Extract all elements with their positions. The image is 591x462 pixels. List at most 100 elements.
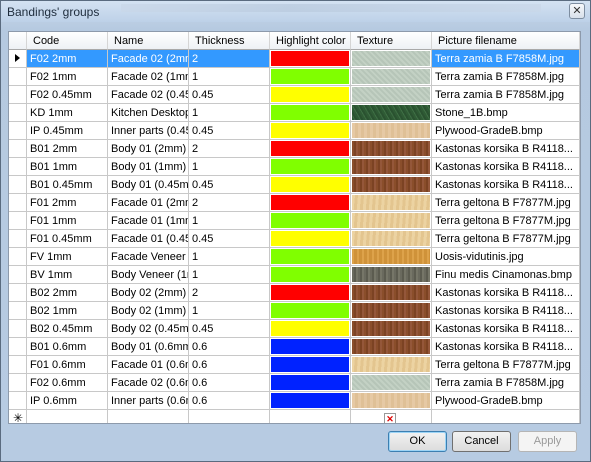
picture-filename-cell[interactable]: Terra zamia B F7858M.jpg (432, 374, 580, 392)
highlight-color-cell[interactable] (270, 302, 351, 320)
name-cell[interactable]: Body 01 (0.6mm) ... (108, 338, 189, 356)
code-cell[interactable]: B01 2mm (27, 140, 108, 158)
table-row[interactable]: B01 0.6mmBody 01 (0.6mm) ...0.6 Kastonas … (9, 338, 580, 356)
highlight-color-cell[interactable] (270, 392, 351, 410)
picture-filename-cell[interactable]: Finu medis Cinamonas.bmp (432, 266, 580, 284)
picture-filename-cell[interactable]: Kastonas korsika B R4118... (432, 176, 580, 194)
thickness-cell[interactable]: 1 (189, 302, 270, 320)
thickness-cell[interactable]: 2 (189, 284, 270, 302)
texture-cell[interactable] (351, 320, 432, 338)
texture-cell[interactable] (351, 50, 432, 68)
thickness-cell[interactable]: 1 (189, 212, 270, 230)
name-cell[interactable]: Body 02 (0.45mm)... (108, 320, 189, 338)
picture-filename-cell[interactable]: Terra zamia B F7858M.jpg (432, 68, 580, 86)
highlight-color-cell[interactable] (270, 230, 351, 248)
highlight-color-cell[interactable] (270, 122, 351, 140)
new-highlight-color-cell[interactable] (270, 410, 351, 423)
thickness-cell[interactable]: 2 (189, 140, 270, 158)
picture-filename-cell[interactable]: Terra geltona B F7877M.jpg (432, 230, 580, 248)
apply-button[interactable]: Apply (518, 431, 577, 452)
name-cell[interactable]: Facade 02 (0.45... (108, 86, 189, 104)
thickness-cell[interactable]: 0.6 (189, 374, 270, 392)
new-texture-cell[interactable]: ✕ (351, 410, 432, 423)
texture-cell[interactable] (351, 374, 432, 392)
table-row[interactable]: F02 0.45mmFacade 02 (0.45...0.45 Terra za… (9, 86, 580, 104)
texture-cell[interactable] (351, 212, 432, 230)
row-indicator-cell[interactable] (9, 392, 27, 410)
texture-cell[interactable] (351, 158, 432, 176)
row-indicator-cell[interactable] (9, 230, 27, 248)
picture-filename-cell[interactable]: Kastonas korsika B R4118... (432, 302, 580, 320)
table-row[interactable]: F01 2mmFacade 01 (2mm)...2 Terra geltona … (9, 194, 580, 212)
code-cell[interactable]: IP 0.6mm (27, 392, 108, 410)
highlight-color-cell[interactable] (270, 356, 351, 374)
thickness-cell[interactable]: 0.45 (189, 176, 270, 194)
picture-filename-cell[interactable]: Kastonas korsika B R4118... (432, 140, 580, 158)
table-row[interactable]: BV 1mmBody Veneer (1mm...1 Finu medis Cin… (9, 266, 580, 284)
new-code-cell[interactable] (27, 410, 108, 423)
row-indicator-cell[interactable] (9, 302, 27, 320)
picture-filename-cell[interactable]: Kastonas korsika B R4118... (432, 158, 580, 176)
highlight-color-cell[interactable] (270, 86, 351, 104)
code-cell[interactable]: B01 1mm (27, 158, 108, 176)
highlight-color-cell[interactable] (270, 374, 351, 392)
code-cell[interactable]: IP 0.45mm (27, 122, 108, 140)
row-indicator-cell[interactable] (9, 356, 27, 374)
name-cell[interactable]: Facade Veneer b... (108, 248, 189, 266)
new-picture-filename-cell[interactable] (432, 410, 580, 423)
code-cell[interactable]: KD 1mm (27, 104, 108, 122)
picture-filename-cell[interactable]: Kastonas korsika B R4118... (432, 284, 580, 302)
new-row[interactable]: ✳ ✕ (9, 410, 580, 423)
picture-filename-cell[interactable]: Terra zamia B F7858M.jpg (432, 50, 580, 68)
highlight-color-cell[interactable] (270, 266, 351, 284)
name-cell[interactable]: Kitchen Desktop ... (108, 104, 189, 122)
code-cell[interactable]: BV 1mm (27, 266, 108, 284)
name-cell[interactable]: Body 02 (1mm) e... (108, 302, 189, 320)
code-cell[interactable]: F02 1mm (27, 68, 108, 86)
table-row[interactable]: B02 2mmBody 02 (2mm) e...2 Kastonas korsi… (9, 284, 580, 302)
row-indicator-cell[interactable] (9, 338, 27, 356)
highlight-color-cell[interactable] (270, 320, 351, 338)
picture-filename-cell[interactable]: Terra geltona B F7877M.jpg (432, 356, 580, 374)
texture-cell[interactable] (351, 338, 432, 356)
texture-cell[interactable] (351, 176, 432, 194)
highlight-color-cell[interactable] (270, 194, 351, 212)
thickness-cell[interactable]: 0.45 (189, 122, 270, 140)
thickness-cell[interactable]: 0.45 (189, 230, 270, 248)
highlight-color-cell[interactable] (270, 158, 351, 176)
column-header-thickness[interactable]: Thickness (189, 32, 270, 50)
code-cell[interactable]: F02 0.45mm (27, 86, 108, 104)
picture-filename-cell[interactable]: Uosis-vidutinis.jpg (432, 248, 580, 266)
ok-button[interactable]: OK (388, 431, 447, 452)
table-row[interactable]: B02 1mmBody 02 (1mm) e...1 Kastonas korsi… (9, 302, 580, 320)
thickness-cell[interactable]: 1 (189, 248, 270, 266)
highlight-color-cell[interactable] (270, 176, 351, 194)
thickness-cell[interactable]: 0.6 (189, 356, 270, 374)
code-cell[interactable]: B02 1mm (27, 302, 108, 320)
row-indicator-cell[interactable] (9, 68, 27, 86)
table-row[interactable]: B01 0.45mmBody 01 (0.45mm)...0.45 Kastona… (9, 176, 580, 194)
texture-cell[interactable] (351, 302, 432, 320)
thickness-cell[interactable]: 0.45 (189, 320, 270, 338)
row-indicator-cell[interactable] (9, 374, 27, 392)
texture-cell[interactable] (351, 68, 432, 86)
row-indicator-cell[interactable] (9, 320, 27, 338)
texture-cell[interactable] (351, 122, 432, 140)
thickness-cell[interactable]: 0.45 (189, 86, 270, 104)
row-indicator-cell[interactable] (9, 104, 27, 122)
table-row[interactable]: B02 0.45mmBody 02 (0.45mm)...0.45 Kastona… (9, 320, 580, 338)
new-row-indicator-cell[interactable]: ✳ (9, 410, 27, 423)
name-cell[interactable]: Body 01 (0.45mm)... (108, 176, 189, 194)
table-row[interactable]: F02 1mmFacade 02 (1mm)...1 Terra zamia B … (9, 68, 580, 86)
code-cell[interactable]: F02 2mm (27, 50, 108, 68)
texture-cell[interactable] (351, 284, 432, 302)
texture-cell[interactable] (351, 104, 432, 122)
highlight-color-cell[interactable] (270, 338, 351, 356)
row-indicator-cell[interactable] (9, 140, 27, 158)
row-indicator-cell[interactable] (9, 86, 27, 104)
cancel-button[interactable]: Cancel (452, 431, 511, 452)
code-cell[interactable]: B02 0.45mm (27, 320, 108, 338)
title-bar[interactable]: Bandings' groups ✕ (1, 1, 590, 22)
name-cell[interactable]: Facade 01 (1mm)... (108, 212, 189, 230)
code-cell[interactable]: FV 1mm (27, 248, 108, 266)
